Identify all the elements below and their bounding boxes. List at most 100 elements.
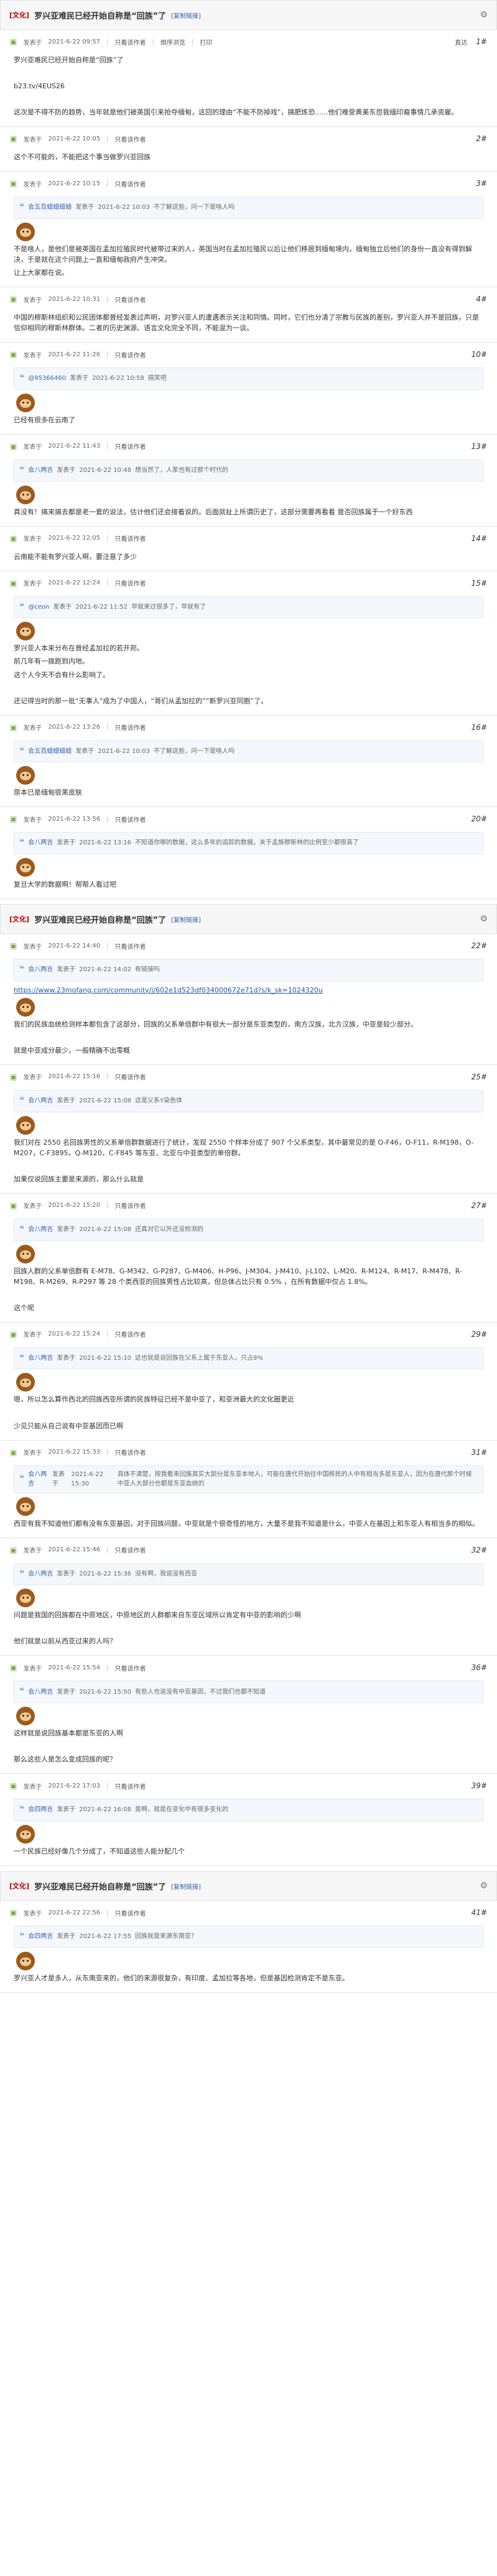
post-meta-right: 29# bbox=[471, 1330, 487, 1339]
post-quote: ❝ 会四两吉 发表于 2021-6-22 16:08 是啊，就是在变化中有很多变化的 bbox=[14, 1799, 483, 1821]
floor-number[interactable]: 16# bbox=[471, 723, 487, 732]
floor-number[interactable]: 32# bbox=[471, 1546, 487, 1554]
post: ▣ 发表于 2021-6-22 09:57 | 只看该作者 | 倒序浏览 | 打印 直达 1# 罗兴亚… bbox=[0, 30, 497, 127]
only-author-link[interactable]: 只看该作者 bbox=[114, 295, 146, 304]
quote-prefix: 发表于 bbox=[75, 747, 95, 755]
quote-user[interactable]: 会八两吉 bbox=[28, 1687, 53, 1697]
quote-user[interactable]: 会四两吉 bbox=[28, 1805, 53, 1815]
floor-number[interactable]: 39# bbox=[471, 1781, 487, 1790]
quote-user[interactable]: 会八两吉 bbox=[28, 838, 53, 848]
monkey-emoji-icon bbox=[16, 222, 35, 241]
quote-user[interactable]: 会八两吉 bbox=[28, 965, 53, 975]
quote-user[interactable]: 会五百蜡蜡蜡蜡 bbox=[28, 747, 72, 757]
floor-number[interactable]: 36# bbox=[471, 1663, 487, 1672]
only-author-link[interactable]: 只看该作者 bbox=[114, 578, 146, 588]
floor-number[interactable]: 31# bbox=[471, 1448, 487, 1457]
floor-number[interactable]: 22# bbox=[471, 941, 487, 950]
floor-number[interactable]: 4# bbox=[476, 295, 487, 303]
monkey-emoji-icon bbox=[16, 622, 35, 641]
quote-user[interactable]: 会四两吉 bbox=[28, 1932, 53, 1942]
gear-icon[interactable]: ⚙ bbox=[480, 10, 488, 20]
quote-icon: ❝ bbox=[19, 601, 25, 612]
quote-user[interactable]: 会五百蜡蜡蜡蜡 bbox=[28, 203, 72, 213]
post-meta-right: 4# bbox=[476, 295, 487, 303]
floor-number[interactable]: 29# bbox=[471, 1330, 487, 1339]
posted-prefix: 发表于 bbox=[23, 725, 42, 732]
posted-prefix: 发表于 bbox=[23, 1203, 42, 1211]
only-author-link[interactable]: 只看该作者 bbox=[114, 1072, 146, 1081]
floor-number[interactable]: 2# bbox=[476, 134, 487, 143]
quote-user[interactable]: 会八两吉 bbox=[28, 466, 53, 476]
post-meta: ▣ 发表于 2021-6-22 10:15 | 只看该作者 3# bbox=[10, 177, 487, 190]
post: ▣ 发表于 2021-6-22 13:26 | 只看该作者 16# ❝ 会五百蜡蜡蜡蜡 发表于 2… bbox=[0, 716, 497, 808]
gear-icon[interactable]: ⚙ bbox=[480, 914, 488, 924]
quote-prefix: 发表于 bbox=[57, 966, 76, 974]
jump-to-floor[interactable]: 直达 bbox=[455, 37, 467, 47]
only-author-link[interactable]: 只看该作者 bbox=[114, 1908, 146, 1918]
post-text: 我们的民族血统检测样本都包含了这部分，回族的父系单倍群中有很大一部分是东亚类型的… bbox=[14, 1020, 417, 1028]
post-quote: ❝ 会四两吉 发表于 2021-6-22 17:55 回族就是来源东南亚？ bbox=[14, 1926, 483, 1948]
only-author-link[interactable]: 只看该作者 bbox=[114, 1545, 146, 1554]
post-meta: ▣ 发表于 2021-6-22 12:05 | 只看该作者 14# bbox=[10, 532, 487, 545]
copy-link[interactable]: [复制链接] bbox=[171, 915, 201, 924]
only-author-link[interactable]: 只看该作者 bbox=[114, 179, 146, 188]
quote-user[interactable]: 会八两吉 bbox=[28, 1225, 53, 1235]
post-quote: ❝ 会八两吉 发表于 2021-6-22 15:10 这也就是说回族在父系上属于东亚人，… bbox=[14, 1347, 483, 1370]
monkey-emoji-icon bbox=[16, 766, 35, 785]
floor-number[interactable]: 1# bbox=[476, 37, 487, 46]
posted-prefix: 发表于 bbox=[23, 1332, 42, 1339]
reverse-link[interactable]: 倒序浏览 bbox=[160, 37, 185, 47]
post-link[interactable]: https://www.23mofang.com/community/i/602… bbox=[14, 985, 483, 995]
quote-user[interactable]: 会八两吉 bbox=[28, 1470, 49, 1489]
floor-number[interactable]: 15# bbox=[471, 579, 487, 588]
post: ▣ 发表于 2021-6-22 11:26 | 只看该作者 10# ❝ @95366460 发表… bbox=[0, 343, 497, 435]
only-author-link[interactable]: 只看该作者 bbox=[114, 815, 146, 824]
print-link[interactable]: 打印 bbox=[200, 37, 212, 47]
copy-link[interactable]: [复制链接] bbox=[171, 11, 201, 20]
posted-prefix: 发表于 bbox=[23, 1548, 42, 1555]
post-body: ❝ @ceon 发表于 2021-6-22 11:52 早就来过很多了，早就有了 罗兴亚人… bbox=[10, 590, 487, 706]
copy-link[interactable]: [复制链接] bbox=[171, 1881, 201, 1891]
only-author-link[interactable]: 只看该作者 bbox=[114, 941, 146, 951]
thread-category: [文化] bbox=[9, 11, 30, 19]
only-author-link[interactable]: 只看该作者 bbox=[114, 1781, 146, 1791]
quote-user[interactable]: 会八两吉 bbox=[28, 1354, 53, 1364]
only-author-link[interactable]: 只看该作者 bbox=[114, 350, 146, 359]
quote-user[interactable]: @95366460 bbox=[28, 374, 66, 384]
quote-icon: ❝ bbox=[19, 464, 25, 475]
floor-number[interactable]: 14# bbox=[471, 534, 487, 543]
floor-number[interactable]: 3# bbox=[476, 179, 487, 188]
post: ▣ 发表于 2021-6-22 15:33 | 只看该作者 31# ❝ 会八两吉 发表于 2021… bbox=[0, 1441, 497, 1538]
only-author-link[interactable]: 只看该作者 bbox=[114, 134, 146, 144]
post-body: 这个不可能的，不能把这个事当做罗兴亚回族 bbox=[10, 145, 487, 162]
floor-number[interactable]: 20# bbox=[471, 815, 487, 823]
only-author-link[interactable]: 只看该作者 bbox=[114, 441, 146, 451]
post-meta-right: 10# bbox=[471, 350, 487, 359]
only-author-link[interactable]: 只看该作者 bbox=[114, 1663, 146, 1673]
floor-number[interactable]: 10# bbox=[471, 350, 487, 359]
thread-title: 罗兴亚难民已经开始自称是“回族”了 bbox=[34, 1882, 167, 1892]
floor-number[interactable]: 13# bbox=[471, 442, 487, 451]
post-time: 2021-6-22 15:24 bbox=[48, 1331, 101, 1338]
only-author-link[interactable]: 只看该作者 bbox=[114, 1447, 146, 1457]
quote-user[interactable]: @ceon bbox=[28, 602, 49, 612]
divider: | bbox=[106, 135, 109, 142]
only-author-link[interactable]: 只看该作者 bbox=[114, 1329, 146, 1339]
divider: | bbox=[106, 351, 109, 358]
floor-number[interactable]: 25# bbox=[471, 1073, 487, 1081]
post-body: ❝ 会五百蜡蜡蜡蜡 发表于 2021-6-22 10:03 不了解这些，问一下是啥人吗原… bbox=[10, 734, 487, 798]
only-author-link[interactable]: 只看该作者 bbox=[114, 37, 146, 47]
only-author-link[interactable]: 只看该作者 bbox=[114, 722, 146, 732]
floor-number[interactable]: 27# bbox=[471, 1201, 487, 1210]
floor-number[interactable]: 41# bbox=[471, 1908, 487, 1917]
quote-user[interactable]: 会八两吉 bbox=[28, 1569, 53, 1579]
post: ▣ 发表于 2021-6-22 15:24 | 只看该作者 29# ❝ 会八两吉 发表于 2021… bbox=[0, 1323, 497, 1441]
post-icon: ▣ bbox=[10, 37, 17, 46]
only-author-link[interactable]: 只看该作者 bbox=[114, 533, 146, 543]
post-quote: ❝ 会五百蜡蜡蜡蜡 发表于 2021-6-22 10:03 不了解这些，问一下是啥人吗 bbox=[14, 196, 483, 219]
divider: | bbox=[106, 942, 109, 949]
post-text: 加果仅说回族主要是来源的，那么什么就是 bbox=[14, 1175, 144, 1183]
only-author-link[interactable]: 只看该作者 bbox=[114, 1201, 146, 1210]
quote-user[interactable]: 会八两吉 bbox=[28, 1096, 53, 1106]
gear-icon[interactable]: ⚙ bbox=[480, 1881, 488, 1891]
